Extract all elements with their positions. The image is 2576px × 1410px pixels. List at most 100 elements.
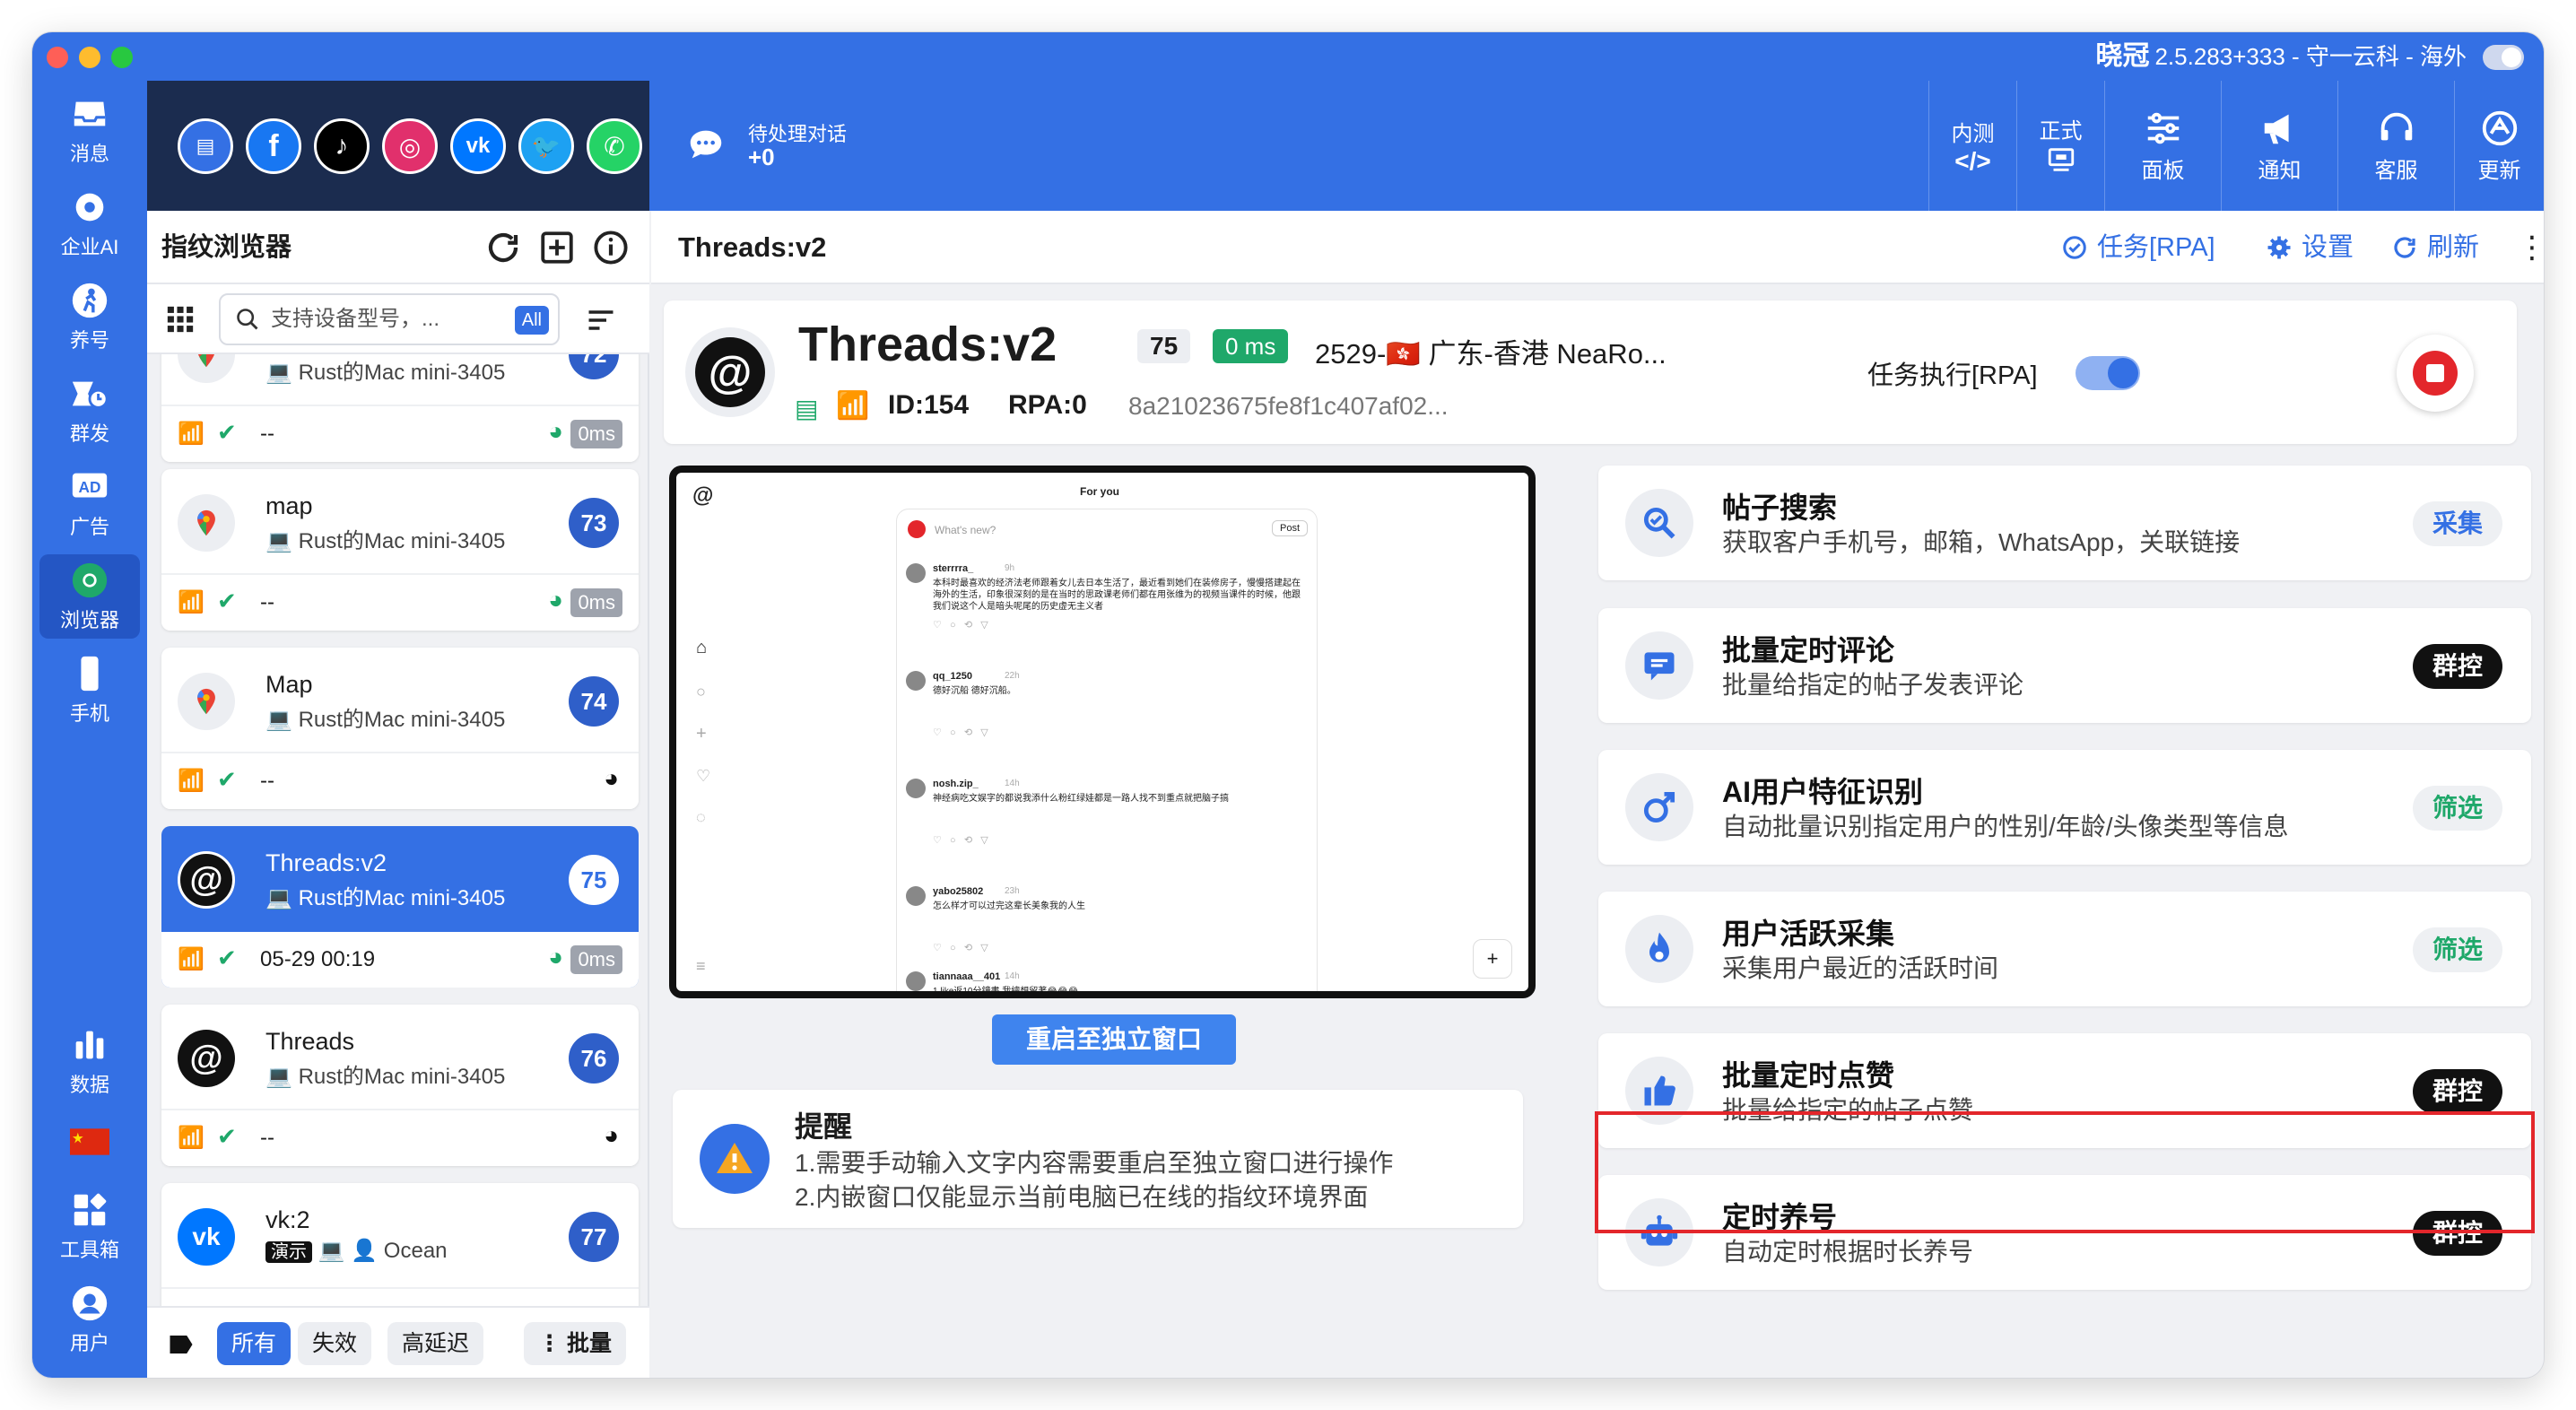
post-actions[interactable]: ♡ ○ ⟲ ▽ xyxy=(933,834,988,846)
post-time: 22h xyxy=(1005,671,1020,681)
add-icon[interactable] xyxy=(538,229,576,266)
profile-card[interactable]: vk vk:2 演示 💻 👤 Ocean 77 xyxy=(161,1183,639,1306)
refresh-icon[interactable] xyxy=(484,229,522,266)
profile-device: 💻 Rust的Mac mini-3405 xyxy=(265,1065,506,1089)
profile-hash: 8a21023675fe8f1c407af02... xyxy=(1128,392,1449,420)
task-card[interactable]: 用户活跃采集 采集用户最近的活跃时间 筛选 xyxy=(1598,892,2531,1006)
search-scope-badge[interactable]: All xyxy=(514,306,549,335)
profile-card[interactable]: Map 💻 Rust的Mac mini-3405 74 📶 ✔ -- ◕ xyxy=(161,648,639,809)
profile-card-selected[interactable]: @ Threads:v2 💻 Rust的Mac mini-3405 75 📶 ✔… xyxy=(161,826,639,988)
update-button[interactable]: 更新 xyxy=(2454,81,2544,211)
task-tag-button[interactable]: 采集 xyxy=(2412,501,2502,546)
profile-name: Threads xyxy=(265,1028,355,1055)
refresh-icon xyxy=(2394,237,2415,258)
zoom-window-button[interactable] xyxy=(111,47,133,68)
task-exec-toggle[interactable] xyxy=(2076,356,2140,390)
task-tag-button[interactable]: 群控 xyxy=(2412,1069,2502,1114)
browser-profile-panel: 指纹浏览器 支持设备型号，... All GM 💻 Rust的Mac mini-… xyxy=(147,211,649,1378)
task-tag-button[interactable]: 筛选 xyxy=(2412,786,2502,831)
post-text: 怎么样才可以过完这辈长美象我的人生 xyxy=(933,901,1085,911)
task-tag-button[interactable]: 群控 xyxy=(2412,644,2502,689)
check-icon: ✔ xyxy=(217,1123,237,1150)
post-actions[interactable]: ♡ ○ ⟲ ▽ xyxy=(933,942,988,953)
update-icon xyxy=(2482,110,2517,146)
more-vertical-icon[interactable]: ⋮ xyxy=(2517,211,2544,284)
refresh-button[interactable]: 刷新 xyxy=(2391,211,2479,284)
info-icon[interactable] xyxy=(592,229,630,266)
batch-button[interactable]: ⋮ 批量 xyxy=(524,1322,626,1365)
tag-icon[interactable] xyxy=(163,1331,199,1358)
minimize-window-button[interactable] xyxy=(79,47,100,68)
post-actions[interactable]: ♡ ○ ⟲ ▽ xyxy=(933,727,988,738)
profile-device: 💻 Rust的Mac mini-3405 xyxy=(265,708,506,732)
facebook-icon[interactable]: f xyxy=(246,118,301,174)
china-flag-icon xyxy=(70,1128,109,1155)
whatsapp-icon[interactable]: ✆ xyxy=(587,118,642,174)
pending-count: +0 xyxy=(748,144,775,170)
task-card[interactable]: 帖子搜索 获取客户手机号，邮箱，WhatsApp，关联链接 采集 xyxy=(1598,466,2531,580)
task-description: 自动定时根据时长养号 xyxy=(1722,1238,1974,1266)
beta-button[interactable]: 内测 </> xyxy=(1928,81,2016,211)
settings-button[interactable]: 设置 xyxy=(2266,211,2354,284)
close-window-button[interactable] xyxy=(47,47,68,68)
gender-icon xyxy=(1625,773,1693,841)
bulk-icon[interactable]: ▤ xyxy=(178,118,233,174)
wifi-icon: 📶 xyxy=(836,391,870,421)
nav-browser[interactable]: 浏览器 xyxy=(39,554,140,639)
ai-gear-icon xyxy=(75,193,104,222)
nav-nurture[interactable]: 养号 xyxy=(39,274,140,359)
task-tag-button[interactable]: 筛选 xyxy=(2412,927,2502,972)
nav-bulk-send[interactable]: 群发 xyxy=(39,368,140,452)
post-button[interactable]: Post xyxy=(1272,520,1309,536)
post-actions[interactable]: ♡ ○ ⟲ ▽ xyxy=(933,619,988,631)
task-rpa-button[interactable]: 任务[RPA] xyxy=(2061,211,2215,284)
app-window: 晓冠 2.5.283+333 - 守一云科 - 海外 消息 企业AI 养号 群发 … xyxy=(32,32,2544,1378)
embedded-browser-preview[interactable]: @ ⌂ ○ + ♡ ◌ ≡ For you What's new? Post s… xyxy=(669,466,1536,998)
search-input[interactable]: 支持设备型号，... All xyxy=(219,293,560,345)
grid-icon[interactable] xyxy=(165,304,196,335)
vk-logo-icon: vk xyxy=(178,1208,235,1266)
task-card[interactable]: 批量定时评论 批量给指定的帖子发表评论 群控 xyxy=(1598,608,2531,723)
tiktok-icon[interactable]: ♪ xyxy=(314,118,370,174)
filter-latency-button[interactable]: 高延迟 xyxy=(387,1322,484,1365)
notice-button[interactable]: 通知 xyxy=(2221,81,2337,211)
nav-enterprise-ai[interactable]: 企业AI xyxy=(39,181,140,265)
task-title: AI用户特征识别 xyxy=(1722,776,1924,808)
latency-badge: 0ms xyxy=(570,588,622,617)
nav-ads[interactable]: AD 广告 xyxy=(39,461,140,545)
pending-conversations[interactable]: 待处理对话 +0 xyxy=(685,113,918,176)
theme-toggle[interactable] xyxy=(2483,45,2524,70)
post-text: 神经病吃文娱字的都说我添什么粉红绿娃都是一路人找不到重点就把脑子搞 xyxy=(933,794,1229,804)
instagram-icon[interactable]: ◎ xyxy=(382,118,438,174)
nav-user[interactable]: 用户 xyxy=(39,1277,140,1362)
nav-data[interactable]: 数据 xyxy=(39,1019,140,1103)
maps-pin-icon xyxy=(178,673,235,730)
profile-info-card: @ Threads:v2 75 0 ms 2529-🇭🇰 广东-香港 NeaRo… xyxy=(664,300,2517,444)
task-card[interactable]: AI用户特征识别 自动批量识别指定用户的性别/年龄/头像类型等信息 筛选 xyxy=(1598,750,2531,865)
vk-icon[interactable]: vk xyxy=(450,118,506,174)
profile-card[interactable]: GM 💻 Rust的Mac mini-3405 72 📶 ✔ -- ◕ 0ms xyxy=(161,354,639,462)
more-vertical-icon: ⋮ xyxy=(538,1331,561,1356)
nav-messages[interactable]: 消息 xyxy=(39,88,140,172)
relaunch-standalone-button[interactable]: 重启至独立窗口 xyxy=(992,1014,1236,1065)
release-button[interactable]: 正式 xyxy=(2016,81,2104,211)
new-post-fab[interactable]: + xyxy=(1473,939,1512,979)
main-title: Threads:v2 xyxy=(678,231,827,263)
filter-all-button[interactable]: 所有 xyxy=(217,1322,292,1365)
panel-header: 指纹浏览器 xyxy=(147,211,649,284)
sort-icon[interactable] xyxy=(585,304,617,336)
panel-button[interactable]: 面板 xyxy=(2104,81,2221,211)
support-button[interactable]: 客服 xyxy=(2337,81,2454,211)
profile-rpa: RPA:0 xyxy=(1008,390,1087,420)
twitter-icon[interactable]: 🐦 xyxy=(518,118,574,174)
nav-toolbox[interactable]: 工具箱 xyxy=(39,1184,140,1268)
profile-device: 演示 💻 👤 Ocean xyxy=(265,1237,448,1264)
profile-card[interactable]: @ Threads 💻 Rust的Mac mini-3405 76 📶 ✔ --… xyxy=(161,1005,639,1166)
nav-region[interactable] xyxy=(39,1112,140,1175)
stop-button[interactable] xyxy=(2397,335,2474,412)
filter-invalid-button[interactable]: 失效 xyxy=(298,1322,372,1365)
menu-icon: ≡ xyxy=(696,957,706,975)
globe-status-icon: ◕ xyxy=(548,417,563,445)
nav-phone[interactable]: 手机 xyxy=(39,648,140,732)
profile-card[interactable]: map 💻 Rust的Mac mini-3405 73 📶 ✔ -- ◕ 0ms xyxy=(161,469,639,631)
